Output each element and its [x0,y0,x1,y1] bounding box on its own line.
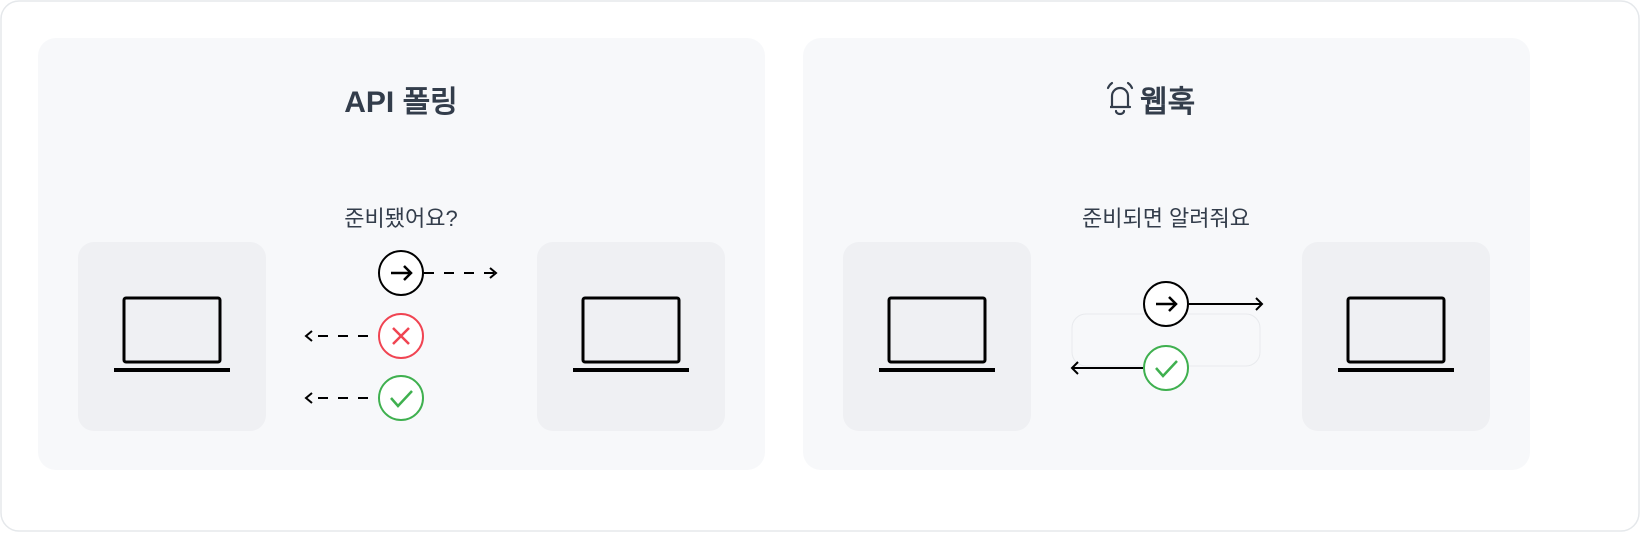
polling-panel: API 폴링 준비됐어요? [38,38,765,470]
webhook-title: 웹훅 [1140,86,1195,119]
polling-title: API 폴링 [344,86,458,119]
server-device [537,242,725,431]
check-icon [378,375,424,421]
server-device [1302,242,1490,431]
webhook-message: 준비되면 알려줘요 [1082,206,1250,231]
client-device [843,242,1031,431]
check-icon [1143,345,1189,391]
webhook-panel: 웹훅 준비되면 알려줘요 [803,38,1530,470]
diagram: API 폴링 준비됐어요? 웹훅 준비되면 알려줘요 [0,0,1640,532]
client-device [78,242,266,431]
polling-message: 준비됐어요? [344,206,457,231]
